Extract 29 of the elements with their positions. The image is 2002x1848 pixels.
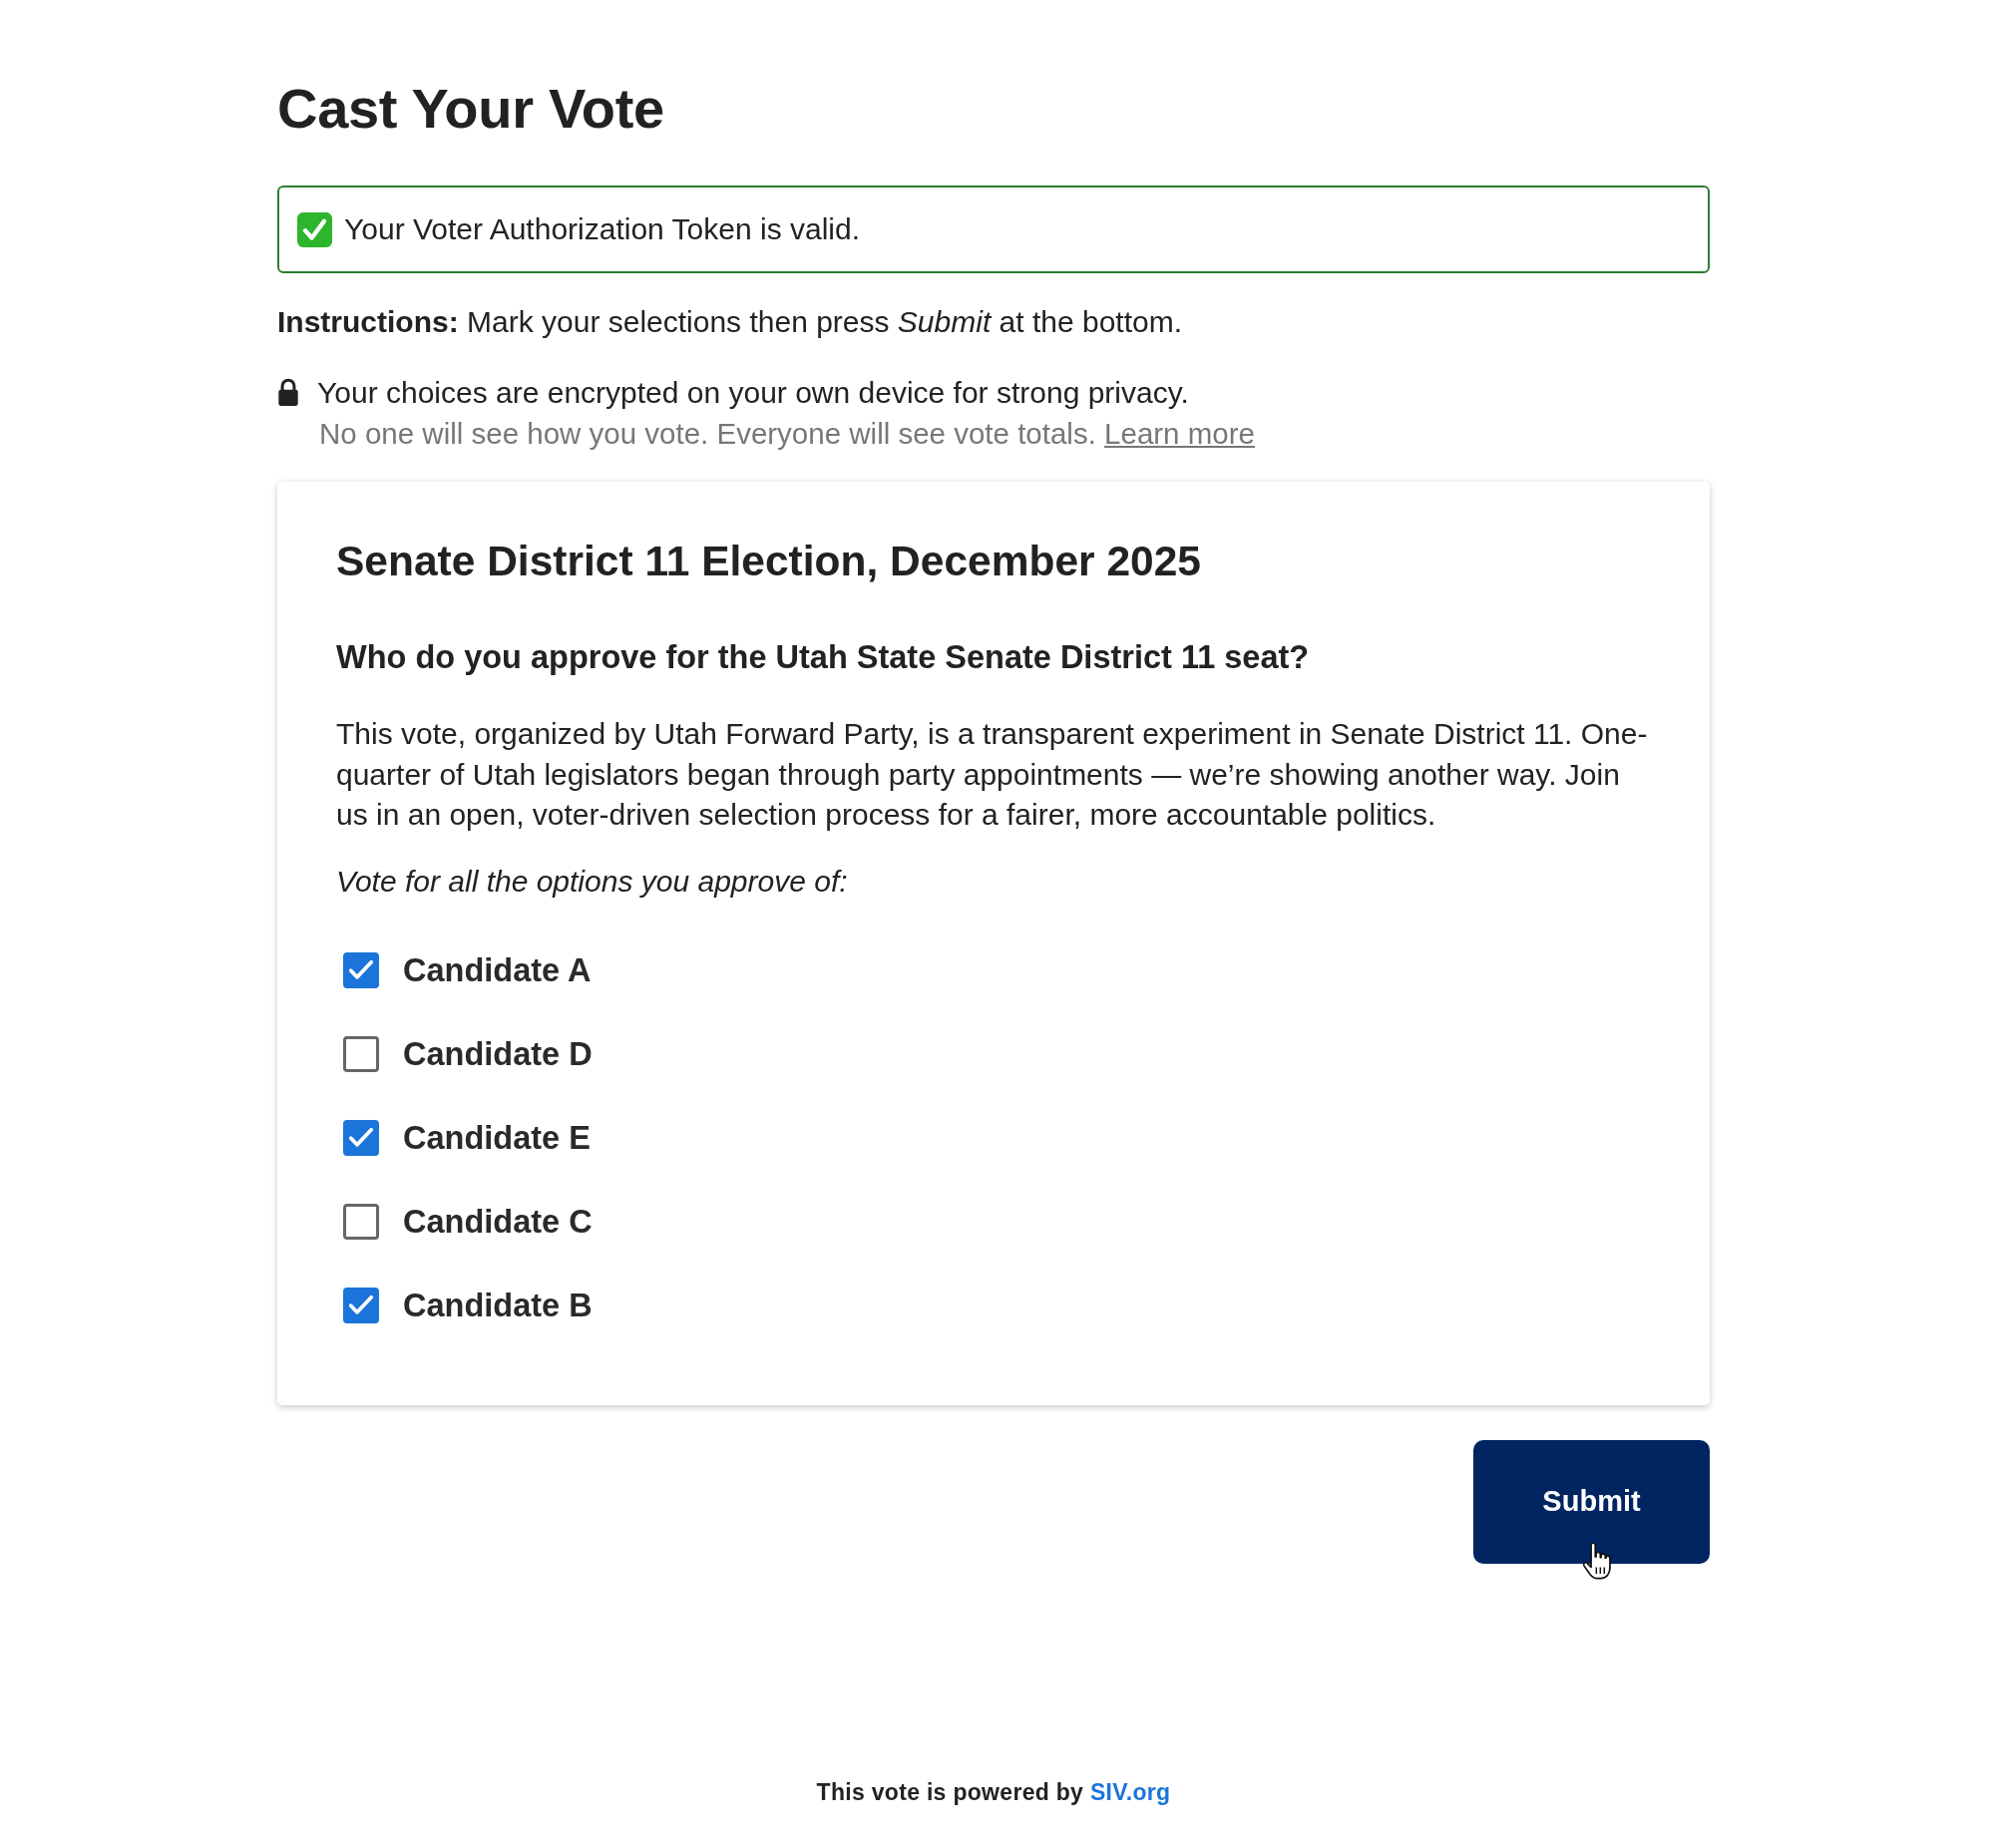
lock-icon xyxy=(277,378,299,406)
checkbox[interactable] xyxy=(343,1119,379,1156)
option-label[interactable]: Candidate A xyxy=(403,949,592,990)
privacy-detail: No one will see how you vote. Everyone will see vote totals. Learn more xyxy=(319,416,1255,452)
privacy-headline: Your choices are encrypted on your own device for strong privacy. xyxy=(317,375,1190,411)
checkmark-icon xyxy=(349,1295,373,1314)
instructions-text: Instructions: Mark your selections then press Submit at the bottom. xyxy=(277,304,1183,340)
ballot-question: Who do you approve for the Utah State Senate District 11 seat? xyxy=(336,639,1311,675)
page-title: Cast Your Vote xyxy=(277,77,665,141)
notice-text: Your Voter Authorization Token is valid. xyxy=(344,211,860,247)
checkbox[interactable] xyxy=(343,1035,379,1072)
option-label[interactable]: Candidate D xyxy=(403,1033,593,1074)
checkbox[interactable] xyxy=(343,1203,379,1240)
hand-cursor-icon xyxy=(1583,1542,1611,1580)
check-icon xyxy=(297,211,332,247)
ballot-prompt: Vote for all the options you approve of: xyxy=(336,863,849,900)
option-label[interactable]: Candidate B xyxy=(403,1285,593,1325)
checkbox[interactable] xyxy=(343,1287,379,1323)
learn-more-link[interactable]: Learn more xyxy=(1104,417,1255,450)
footer-text: This vote is powered by SIV.org xyxy=(815,1777,1172,1807)
submit-button[interactable]: Submit xyxy=(1473,1439,1710,1564)
checkmark-icon xyxy=(349,960,373,979)
option-label[interactable]: Candidate C xyxy=(403,1201,593,1242)
ballot-title: Senate District 11 Election, December 2025 xyxy=(336,540,1202,583)
ballot-description: This vote, organized by Utah Forward Party, is a transparent experiment in Senate District 11. One-quarter of Utah legislators began through party appointments — we’re showing another way. Join us in an open, voter-driven selection process for a fairer, more accountable politics. xyxy=(336,716,1649,833)
checkbox[interactable] xyxy=(343,951,379,988)
option-label[interactable]: Candidate E xyxy=(403,1117,591,1158)
siv-link[interactable]: SIV.org xyxy=(1089,1778,1171,1805)
checkmark-icon xyxy=(349,1128,373,1147)
